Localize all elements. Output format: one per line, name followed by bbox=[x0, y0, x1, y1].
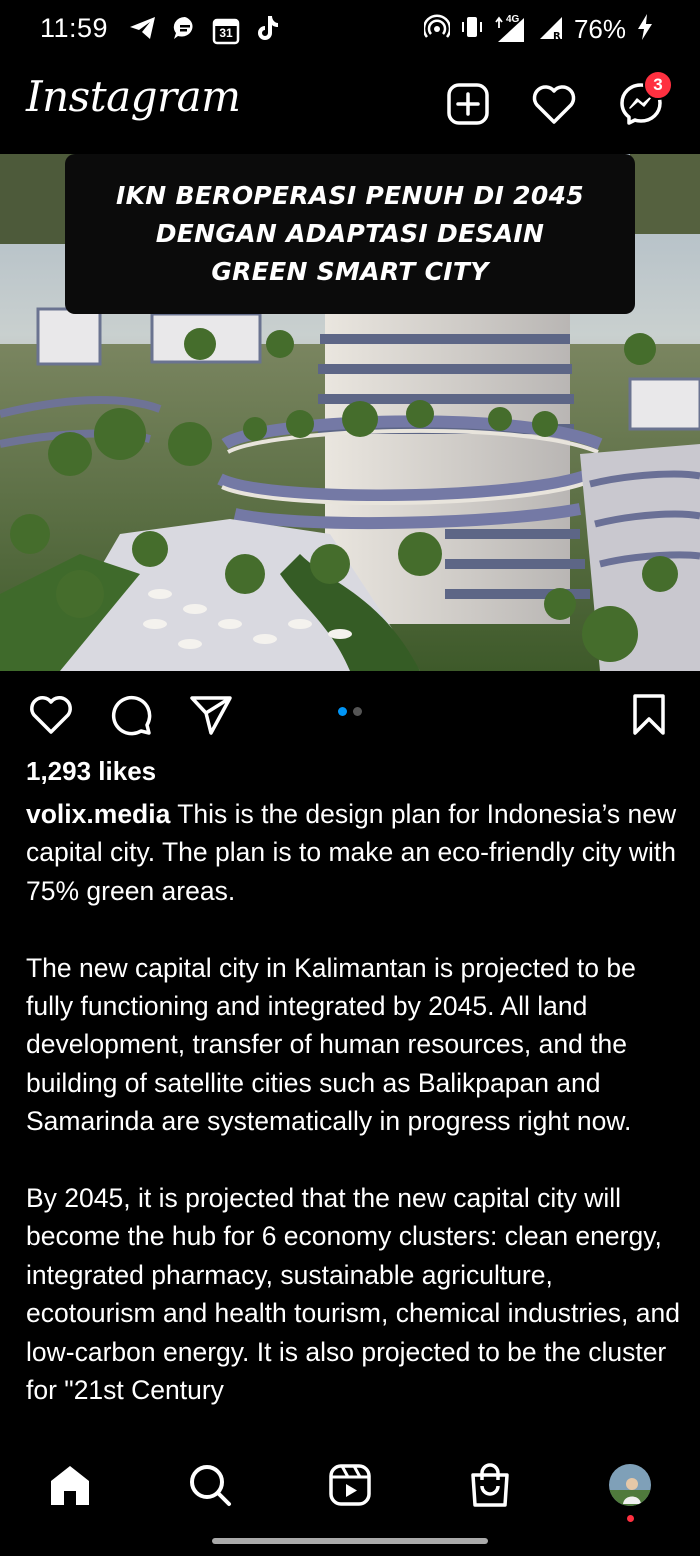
activity-button[interactable] bbox=[530, 80, 578, 128]
likes-count[interactable]: 1,293 likes bbox=[26, 756, 156, 787]
profile-notification-dot bbox=[627, 1515, 634, 1522]
avatar bbox=[607, 1462, 653, 1508]
home-icon bbox=[51, 1466, 89, 1505]
post-username[interactable]: volix.media bbox=[26, 799, 170, 829]
nav-home[interactable] bbox=[45, 1460, 95, 1510]
status-system-icons: 4G R 76% bbox=[422, 13, 654, 46]
caption-paragraph: The new capital city in Kalimantan is pr… bbox=[26, 952, 636, 1137]
carousel-dot bbox=[353, 707, 362, 716]
calendar-icon: 31 bbox=[212, 17, 240, 45]
carousel-dot-active bbox=[338, 707, 347, 716]
signal-icon-secondary: R bbox=[538, 13, 564, 46]
hotspot-icon bbox=[422, 14, 452, 45]
battery-charging-icon bbox=[636, 13, 654, 46]
nav-search[interactable] bbox=[185, 1460, 235, 1510]
post-caption: volix.media This is the design plan for … bbox=[26, 795, 686, 1438]
nav-shop[interactable] bbox=[465, 1460, 515, 1510]
add-square-icon bbox=[447, 83, 489, 125]
network-type-label: 4G bbox=[505, 13, 520, 25]
battery-percent: 76% bbox=[573, 14, 626, 44]
vibrate-icon bbox=[460, 14, 484, 45]
app-header: Instagram 3 bbox=[0, 62, 700, 154]
image-overlay-text: IKN BEROPERASI PENUH DI 2045 DENGAN ADAP… bbox=[116, 181, 584, 286]
heart-icon bbox=[30, 696, 72, 734]
create-post-button[interactable] bbox=[444, 80, 492, 128]
search-icon bbox=[190, 1465, 231, 1506]
caption-paragraph: volix.media This is the design plan for … bbox=[26, 795, 686, 910]
heart-icon bbox=[532, 85, 576, 124]
post-image[interactable]: IKN BEROPERASI PENUH DI 2045 DENGAN ADAP… bbox=[0, 154, 700, 671]
save-button[interactable] bbox=[626, 693, 672, 737]
telegram-icon bbox=[128, 14, 158, 47]
calendar-day: 31 bbox=[219, 25, 233, 40]
caption-paragraph: By 2045, it is projected that the new ca… bbox=[26, 1183, 680, 1406]
status-time: 11:59 bbox=[40, 13, 109, 43]
signal-icon: 4G bbox=[494, 13, 528, 44]
post-action-bar bbox=[0, 671, 700, 753]
carousel-indicator bbox=[338, 707, 362, 716]
home-indicator[interactable] bbox=[212, 1538, 488, 1544]
comment-button[interactable] bbox=[108, 693, 154, 737]
comment-icon bbox=[111, 695, 152, 736]
send-icon bbox=[190, 696, 232, 735]
chat-bubble-icon bbox=[172, 15, 198, 46]
tiktok-icon bbox=[254, 14, 280, 47]
image-text-overlay: IKN BEROPERASI PENUH DI 2045 DENGAN ADAP… bbox=[65, 154, 635, 314]
status-bar: 11:59 31 4G R 76% bbox=[0, 0, 700, 62]
caption-area: volix.media This is the design plan for … bbox=[0, 795, 700, 1438]
share-button[interactable] bbox=[188, 693, 234, 737]
shop-icon bbox=[471, 1463, 509, 1507]
nav-reels[interactable] bbox=[325, 1460, 375, 1510]
messages-badge: 3 bbox=[643, 70, 673, 100]
instagram-logo[interactable]: Instagram bbox=[26, 72, 241, 121]
reels-icon bbox=[329, 1464, 371, 1506]
messenger-button[interactable]: 3 bbox=[617, 70, 673, 128]
like-button[interactable] bbox=[28, 693, 74, 737]
bookmark-icon bbox=[633, 694, 665, 735]
nav-profile[interactable] bbox=[605, 1460, 655, 1510]
svg-text:R: R bbox=[553, 31, 561, 41]
status-notification-icons: 31 bbox=[128, 14, 280, 47]
